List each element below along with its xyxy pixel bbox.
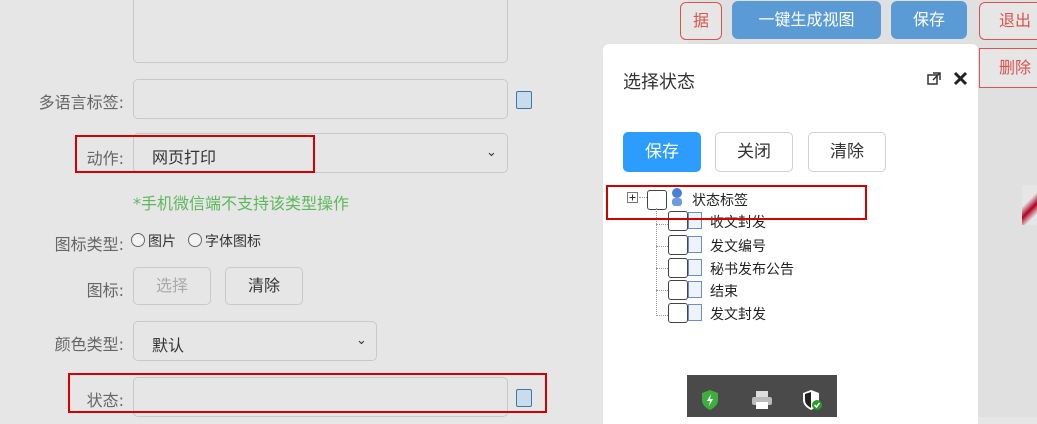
tree-checkbox[interactable] (668, 280, 688, 300)
tree-checkbox[interactable] (668, 258, 688, 278)
wechat-hint: *手机微信端不支持该类型操作 (133, 194, 350, 213)
chevron-down-icon: ⌄ (356, 333, 367, 348)
document-icon (688, 281, 702, 298)
clipboard-icon[interactable] (516, 91, 532, 109)
document-icon (688, 304, 702, 321)
generate-view-button[interactable]: 一键生成视图 (732, 1, 881, 39)
delete-button[interactable]: 删除 (979, 48, 1037, 88)
tree-connector (656, 246, 668, 247)
tree-checkbox[interactable] (668, 235, 688, 255)
document-icon (688, 236, 702, 253)
form-panel: 多语言标签: 动作: 网页打印 ⌄ *手机微信端不支持该类型操作 图标类型: 图… (0, 0, 688, 417)
data-button[interactable]: 据 (680, 2, 722, 40)
tree-node[interactable]: 结束 (710, 281, 738, 301)
radio-icon (188, 233, 202, 247)
color-type-select[interactable]: 默认 ⌄ (133, 321, 377, 361)
icon-label: 图标: (86, 281, 124, 300)
status-tree: 状态标签 收文封发 发文编号 秘书发布公告 结束 发文封发 (603, 44, 978, 424)
tray-icons-panel (687, 375, 837, 417)
tree-node[interactable]: 秘书发布公告 (710, 259, 794, 279)
tree-root-highlight-box (606, 185, 867, 220)
shield-icon[interactable] (700, 389, 720, 411)
tree-node[interactable]: 发文编号 (710, 236, 766, 256)
chevron-down-icon: ⌄ (486, 145, 497, 160)
security-shield-icon[interactable] (801, 389, 823, 411)
tree-node[interactable]: 发文封发 (710, 304, 766, 324)
clear-icon-button[interactable]: 清除 (225, 267, 303, 305)
decorative-graphic (1022, 185, 1037, 225)
icon-type-radio-font[interactable]: 字体图标 (188, 231, 261, 251)
select-icon-button[interactable]: 选择 (133, 267, 211, 305)
status-highlight-box (68, 373, 547, 413)
tree-connector (656, 315, 668, 316)
multilang-label: 多语言标签: (38, 93, 124, 112)
icon-type-label: 图标类型: (54, 235, 124, 254)
tree-connector (656, 268, 668, 269)
color-type-label: 颜色类型: (54, 335, 124, 354)
document-icon (688, 259, 702, 276)
icon-type-radio-image[interactable]: 图片 (131, 231, 176, 251)
color-type-value: 默认 (152, 336, 185, 355)
tree-connector (656, 224, 668, 225)
printer-icon[interactable] (751, 390, 773, 410)
action-highlight-box (75, 135, 315, 173)
exit-button[interactable]: 退出 (979, 2, 1037, 40)
radio-icon (131, 233, 145, 247)
description-textarea[interactable] (133, 0, 508, 63)
save-button[interactable]: 保存 (891, 1, 967, 39)
multilang-input[interactable] (133, 79, 508, 119)
select-status-dialog: 选择状态 保存 关闭 清除 状态标签 收文封发 发文编号 秘书发布公告 结束 发… (603, 44, 978, 424)
tree-checkbox[interactable] (668, 303, 688, 323)
tree-connector (656, 290, 668, 291)
